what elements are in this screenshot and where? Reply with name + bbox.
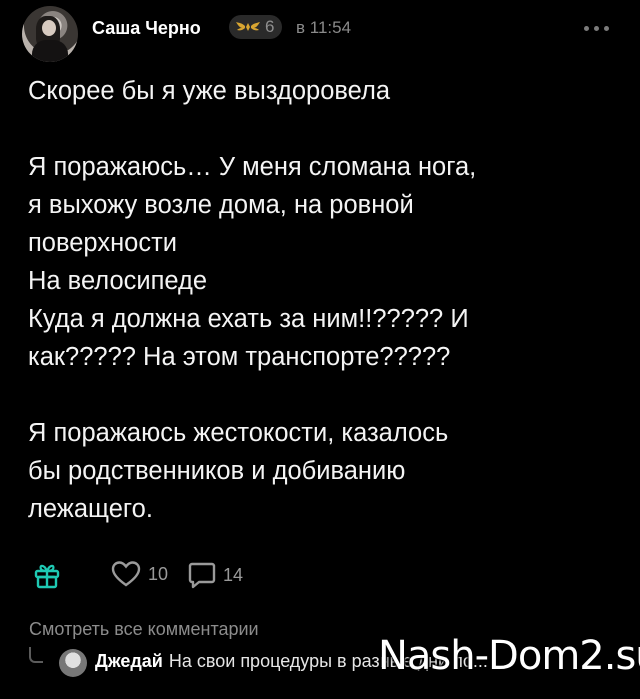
author-name[interactable]: Саша Черно	[92, 18, 201, 39]
commenter-avatar[interactable]	[59, 649, 87, 677]
post-line: как????? На этом транспорте?????	[28, 343, 451, 371]
comment-count: 14	[223, 564, 244, 585]
gift-button[interactable]	[32, 560, 62, 590]
post-line: Скорее бы я уже выздоровела	[28, 77, 391, 105]
gift-icon	[34, 564, 60, 589]
post-line: я выхожу возле дома, на ровной	[28, 191, 414, 219]
post-line: бы родственников и добиванию	[28, 457, 406, 485]
author-avatar[interactable]	[22, 6, 78, 62]
comment-button[interactable]: 14	[187, 560, 243, 590]
post-time: в 11:54	[296, 18, 352, 37]
like-button[interactable]: 10	[110, 560, 168, 588]
comment-icon	[188, 562, 216, 589]
post-line: Я поражаюсь жестокости, казалось	[28, 419, 449, 447]
post-line: Куда я должна ехать за ним!!????? И	[28, 305, 469, 333]
like-count: 10	[148, 563, 169, 584]
wings-icon	[236, 22, 260, 31]
view-all-comments-link[interactable]: Смотреть все комментарии	[29, 619, 259, 640]
heart-icon	[111, 561, 141, 587]
thread-line	[29, 647, 43, 663]
post-line: лежащего.	[28, 495, 153, 523]
post-actions: 10 14	[22, 556, 622, 596]
watermark: Nash-Dom2.su	[378, 633, 640, 679]
level-badge[interactable]: 6	[229, 15, 283, 39]
commenter-name[interactable]: Джедай	[95, 651, 163, 671]
post-line: Я поражаюсь… У меня сломана нога,	[28, 153, 477, 181]
post-line: поверхности	[28, 229, 178, 257]
level-number: 6	[265, 17, 275, 36]
post-header: Саша Черно 6 в 11:54	[0, 0, 640, 64]
post-text: Скорее бы я уже выздоровела Я поражаюсь… …	[28, 72, 618, 528]
more-options-icon[interactable]	[584, 20, 624, 36]
post-line: На велосипеде	[28, 267, 208, 295]
